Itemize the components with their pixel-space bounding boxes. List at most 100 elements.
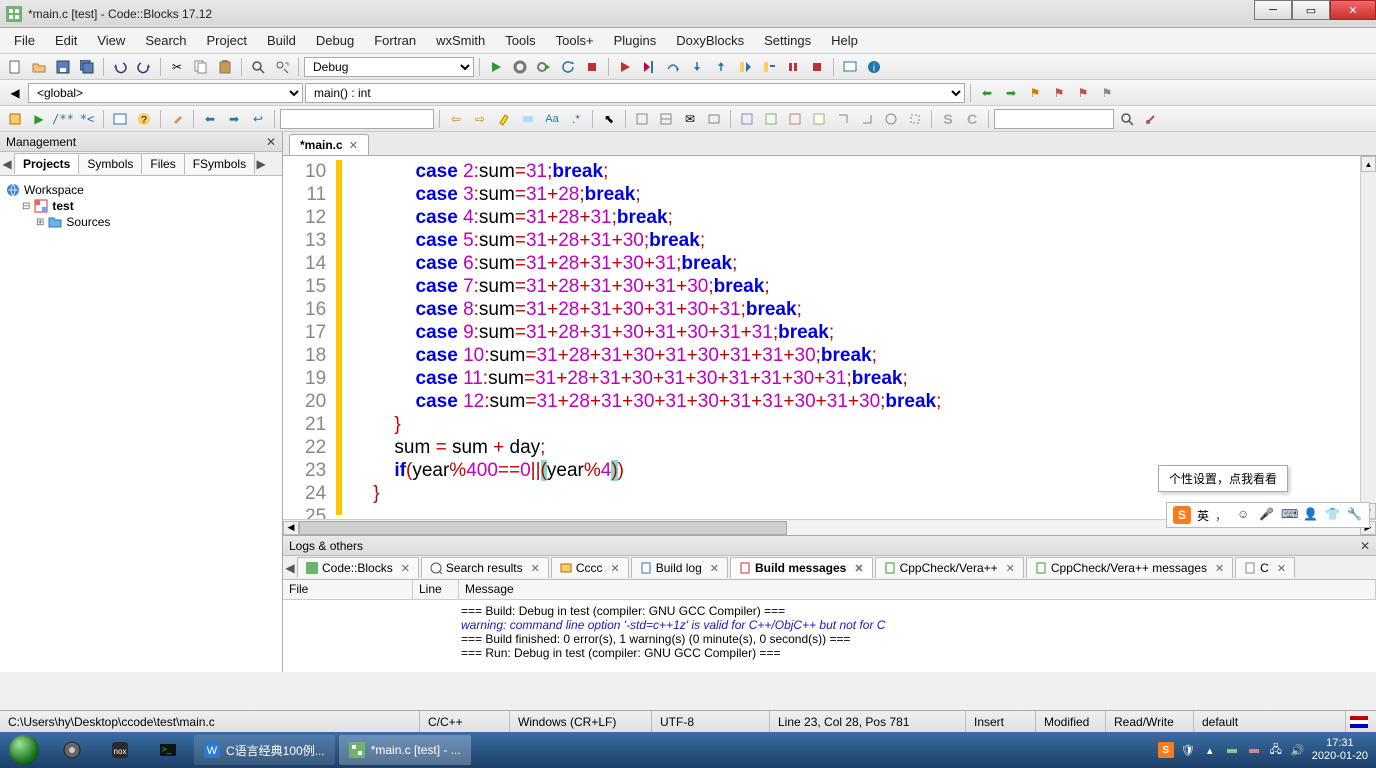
tb-icon-g[interactable] [784, 108, 806, 130]
hscroll-thumb[interactable] [299, 521, 787, 535]
tb-letter-c-icon[interactable]: C [961, 108, 983, 130]
tree-project[interactable]: ⊟ test [6, 198, 276, 214]
tray-indicator-2-icon[interactable] [1246, 742, 1262, 758]
cursor-icon[interactable]: ⬉ [598, 108, 620, 130]
tb-icon-b[interactable] [655, 108, 677, 130]
log-tab-close-icon[interactable]: ✕ [854, 562, 863, 575]
tb-icon-j[interactable] [856, 108, 878, 130]
ime-skin-icon[interactable]: 👕 [1325, 507, 1341, 523]
mgmt-tab-fsymbols[interactable]: FSymbols [184, 153, 255, 174]
case-icon[interactable]: Aa [541, 108, 563, 130]
tray-network-icon[interactable]: 🖧 [1268, 742, 1284, 758]
search-opts-icon[interactable] [1140, 108, 1162, 130]
regex-icon[interactable]: .* [565, 108, 587, 130]
step-instr-icon[interactable] [758, 56, 780, 78]
tb-letter-s-icon[interactable]: S [937, 108, 959, 130]
ime-sogou-icon[interactable]: S [1173, 506, 1191, 524]
build-icon[interactable] [509, 56, 531, 78]
editor-tab-close-icon[interactable]: ✕ [349, 139, 358, 152]
taskbar-pinned-3[interactable]: >_ [145, 735, 191, 765]
mgmt-tab-projects[interactable]: Projects [14, 153, 79, 174]
tb-icon-i[interactable] [832, 108, 854, 130]
tree-workspace[interactable]: Workspace [6, 182, 276, 198]
stop-debug-icon[interactable] [806, 56, 828, 78]
doxy-comment2-icon[interactable]: *< [76, 108, 98, 130]
run-to-cursor-icon[interactable] [638, 56, 660, 78]
maximize-button[interactable]: ▭ [1292, 0, 1330, 20]
break-debug-icon[interactable] [782, 56, 804, 78]
taskbar-item-2[interactable]: *main.c [test] - ... [339, 735, 471, 765]
ime-face-icon[interactable]: ☺ [1237, 507, 1253, 523]
step-over-icon[interactable] [662, 56, 684, 78]
tb-icon-h[interactable] [808, 108, 830, 130]
doxy-chm-icon[interactable]: ? [133, 108, 155, 130]
scope-combo[interactable]: <global> [28, 83, 303, 103]
menu-view[interactable]: View [87, 30, 135, 51]
vertical-scrollbar[interactable]: ▲ ▼ [1360, 156, 1376, 519]
menu-settings[interactable]: Settings [754, 30, 821, 51]
cut-icon[interactable]: ✂ [166, 56, 188, 78]
run-icon[interactable] [485, 56, 507, 78]
log-tab-close-icon[interactable]: ✕ [531, 562, 540, 575]
open-icon[interactable] [28, 56, 50, 78]
log-body[interactable]: === Build: Debug in test (compiler: GNU … [283, 600, 1376, 672]
menu-search[interactable]: Search [135, 30, 196, 51]
logs-close-icon[interactable]: ✕ [1360, 539, 1370, 553]
replace-icon[interactable] [271, 56, 293, 78]
tb-icon-e[interactable] [736, 108, 758, 130]
log-tab-close-icon[interactable]: ✕ [710, 562, 719, 575]
log-tab-code-blocks[interactable]: Code::Blocks✕ [297, 557, 419, 578]
ime-keyboard-icon[interactable]: ⌨ [1281, 507, 1297, 523]
start-button[interactable] [0, 732, 48, 768]
ime-mic-icon[interactable]: 🎤 [1259, 507, 1275, 523]
log-tab-close-icon[interactable]: ✕ [1006, 562, 1015, 575]
step-out-icon[interactable] [710, 56, 732, 78]
menu-file[interactable]: File [4, 30, 45, 51]
doxy-icon-2[interactable]: ▶ [28, 108, 50, 130]
paste-icon[interactable] [214, 56, 236, 78]
search-input[interactable] [994, 109, 1114, 129]
bookmark-flag-icon[interactable]: ⚑ [1024, 82, 1046, 104]
ime-tool-icon[interactable]: 🔧 [1347, 507, 1363, 523]
redo-icon[interactable] [133, 56, 155, 78]
tray-indicator-1-icon[interactable] [1224, 742, 1240, 758]
nav-last-icon[interactable]: ↩ [247, 108, 269, 130]
save-icon[interactable] [52, 56, 74, 78]
nav-back-icon[interactable]: ⬅ [199, 108, 221, 130]
nav-fwd-icon[interactable]: ➡ [223, 108, 245, 130]
tray-volume-icon[interactable]: 🔊 [1290, 742, 1306, 758]
menu-doxyblocks[interactable]: DoxyBlocks [666, 30, 754, 51]
jump-back-icon[interactable]: ⬅ [976, 82, 998, 104]
log-tab-close-icon[interactable]: ✕ [401, 562, 410, 575]
ime-tooltip[interactable]: 个性设置，点我看看 [1158, 465, 1288, 492]
highlight-icon[interactable] [493, 108, 515, 130]
build-target-combo[interactable]: Debug [304, 57, 474, 77]
log-tab-c[interactable]: C✕ [1235, 557, 1295, 578]
next-instr-icon[interactable] [734, 56, 756, 78]
ime-person-icon[interactable]: 👤 [1303, 507, 1319, 523]
log-tab-close-icon[interactable]: ✕ [611, 562, 620, 575]
undo-icon[interactable] [109, 56, 131, 78]
ime-bar[interactable]: S 英 ， ☺ 🎤 ⌨ 👤 👕 🔧 [1166, 502, 1370, 528]
new-file-icon[interactable] [4, 56, 26, 78]
tb-icon-f[interactable] [760, 108, 782, 130]
log-tab-cccc[interactable]: Cccc✕ [551, 557, 629, 578]
log-tab-cppcheck-vera-messages[interactable]: CppCheck/Vera++ messages✕ [1026, 557, 1233, 578]
ime-lang[interactable]: 英 [1197, 507, 1209, 524]
log-tab-build-messages[interactable]: Build messages✕ [730, 557, 873, 578]
menu-project[interactable]: Project [197, 30, 257, 51]
find-icon[interactable] [247, 56, 269, 78]
status-insert[interactable]: Insert [966, 711, 1036, 732]
tree-sources[interactable]: ⊞ Sources [6, 214, 276, 230]
log-col-file[interactable]: File [283, 580, 413, 599]
debug-windows-icon[interactable] [839, 56, 861, 78]
select-icon[interactable] [517, 108, 539, 130]
doxy-icon-1[interactable] [4, 108, 26, 130]
tb-icon-k[interactable] [880, 108, 902, 130]
log-col-message[interactable]: Message [459, 580, 1376, 599]
doxy-config-icon[interactable] [166, 108, 188, 130]
menu-wxsmith[interactable]: wxSmith [426, 30, 495, 51]
copy-icon[interactable] [190, 56, 212, 78]
minimize-button[interactable]: ─ [1254, 0, 1292, 20]
debug-run-icon[interactable] [614, 56, 636, 78]
